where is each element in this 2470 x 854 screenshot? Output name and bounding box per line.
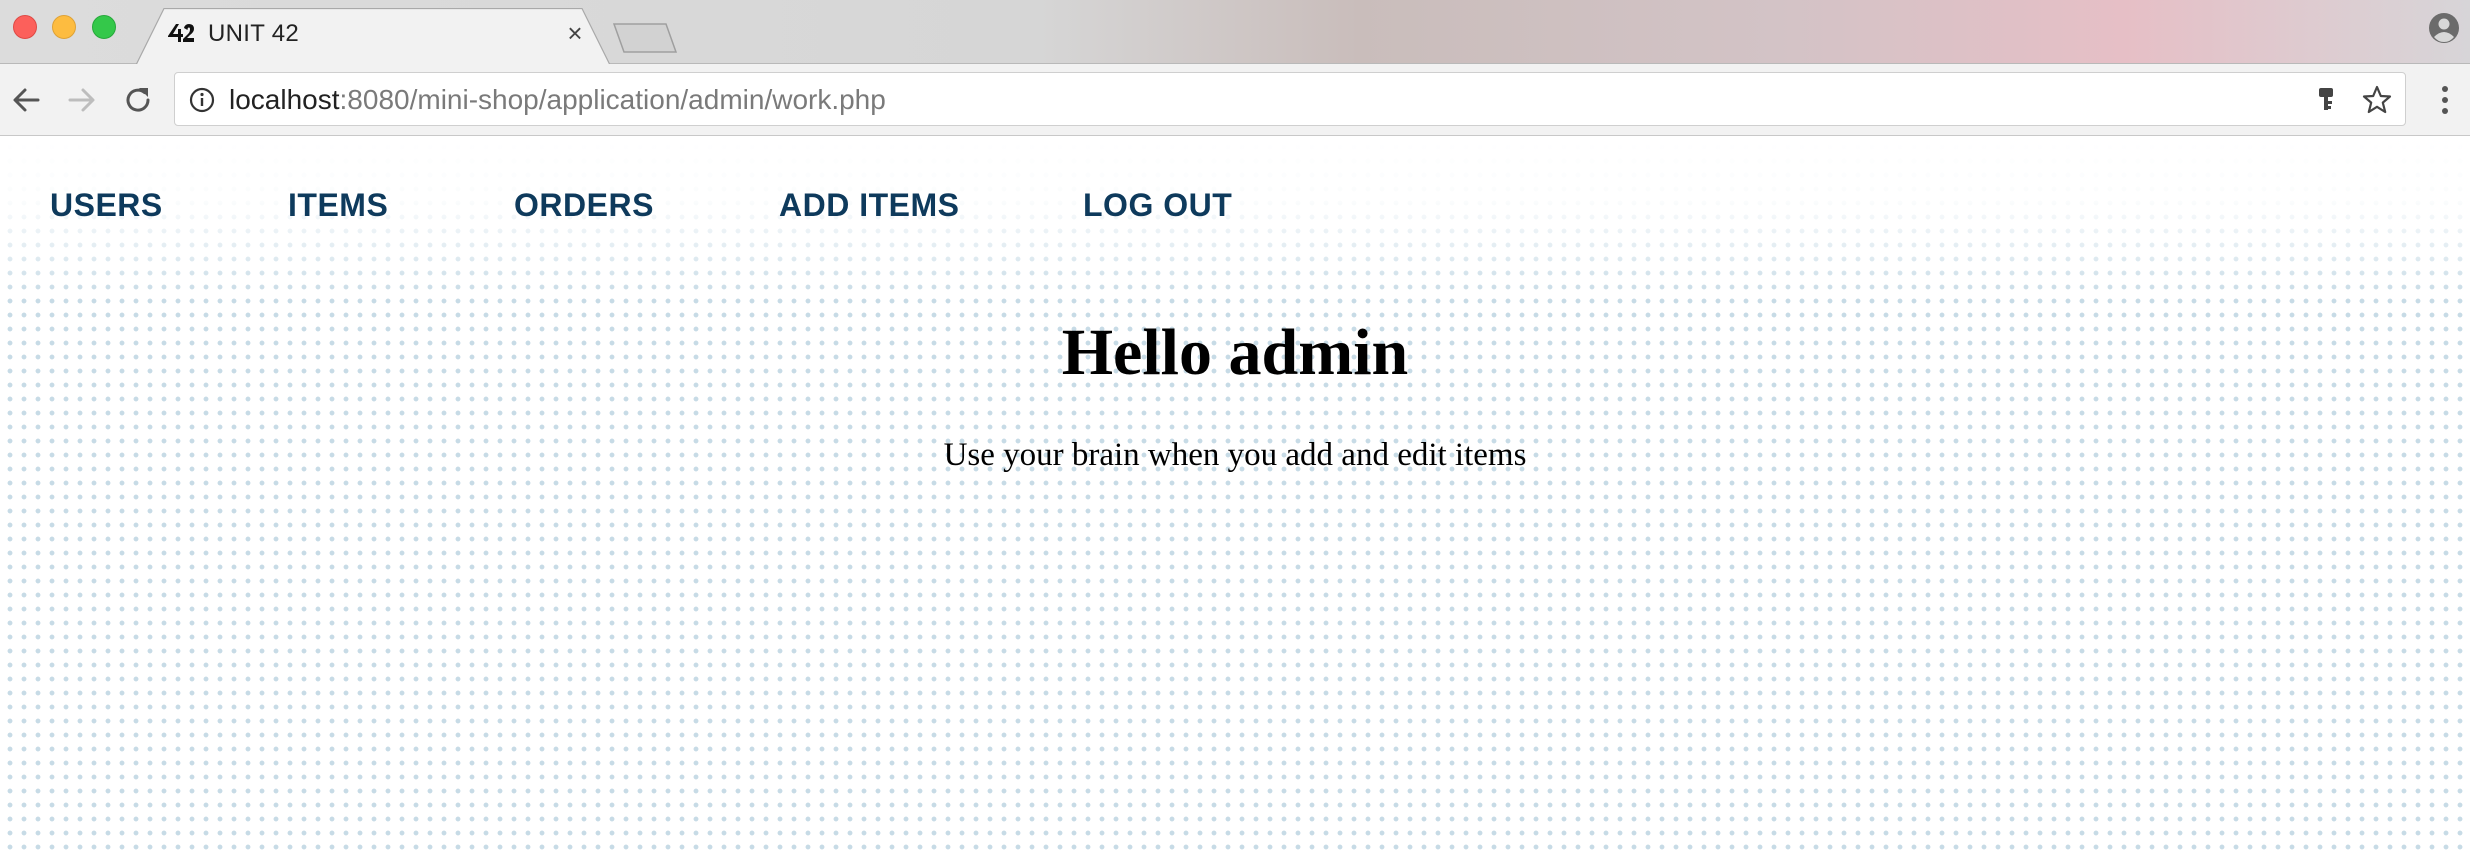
nav-link-log-out[interactable]: LOG OUT xyxy=(1083,187,1232,224)
close-icon[interactable]: × xyxy=(564,20,586,46)
nav-link-add-items[interactable]: ADD ITEMS xyxy=(779,187,960,224)
kebab-menu-icon[interactable] xyxy=(2434,82,2456,118)
tab-title: UNIT 42 xyxy=(208,20,300,47)
maximize-window-button[interactable] xyxy=(92,15,116,39)
page-content: USERS ITEMS ORDERS ADD ITEMS LOG OUT Hel… xyxy=(0,137,2470,854)
reload-icon[interactable] xyxy=(120,82,156,118)
main-nav: USERS ITEMS ORDERS ADD ITEMS LOG OUT xyxy=(0,187,2470,227)
nav-link-orders[interactable]: ORDERS xyxy=(514,187,654,224)
page-title: Hello admin xyxy=(1061,316,1409,389)
key-icon[interactable] xyxy=(2313,85,2341,113)
new-tab-button[interactable] xyxy=(612,22,678,54)
star-icon[interactable] xyxy=(2361,84,2393,116)
info-icon[interactable] xyxy=(189,87,215,113)
minimize-window-button[interactable] xyxy=(52,15,76,39)
arrow-right-icon[interactable] xyxy=(64,82,100,118)
url-host: localhost xyxy=(229,84,340,115)
arrow-left-icon[interactable] xyxy=(8,82,44,118)
unit42-logo-icon xyxy=(168,24,194,42)
page-subtext: Use your brain when you add and edit ite… xyxy=(943,437,1527,473)
url-path: :8080/mini-shop/application/admin/work.p… xyxy=(339,84,886,115)
profile-icon[interactable] xyxy=(2428,12,2460,44)
close-window-button[interactable] xyxy=(13,15,37,39)
browser-toolbar: localhost:8080/mini-shop/application/adm… xyxy=(0,64,2470,136)
address-bar[interactable]: localhost:8080/mini-shop/application/adm… xyxy=(174,72,2406,126)
browser-tabstrip: UNIT 42 × xyxy=(0,0,2470,65)
nav-link-items[interactable]: ITEMS xyxy=(288,187,388,224)
url-text[interactable]: localhost:8080/mini-shop/application/adm… xyxy=(229,84,886,116)
nav-link-users[interactable]: USERS xyxy=(50,187,163,224)
